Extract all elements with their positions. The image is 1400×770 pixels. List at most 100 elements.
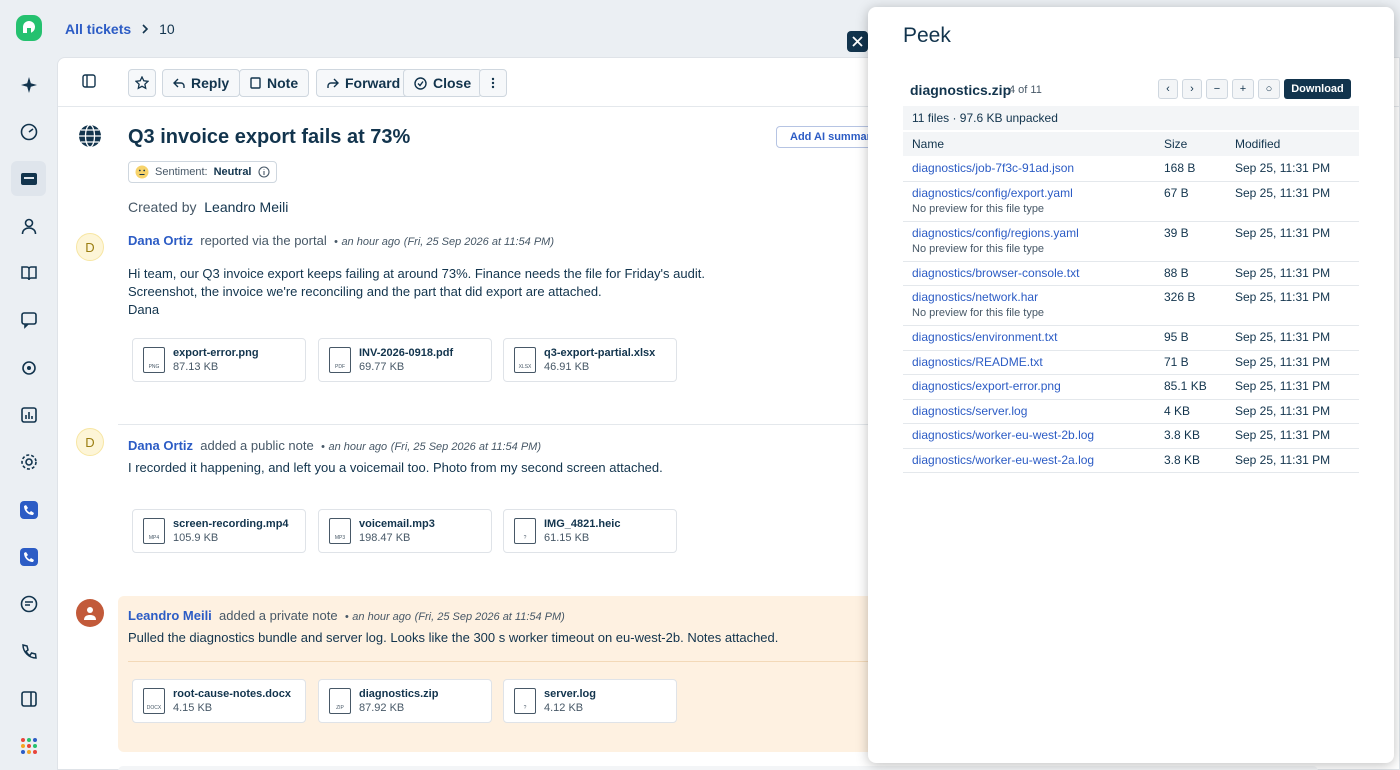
reply-label: Reply [191, 75, 230, 91]
author-link[interactable]: Dana Ortiz [128, 233, 193, 248]
knowledge-base-icon[interactable] [11, 255, 46, 290]
created-by-name[interactable]: Leandro Meili [204, 199, 288, 215]
analytics-icon[interactable] [11, 397, 46, 432]
more-vertical-icon [491, 77, 495, 89]
attachment-card[interactable]: PNG export-error.png 87.13 KB [132, 338, 306, 382]
file-name-link[interactable]: diagnostics/job-7f3c-91ad.json [912, 161, 1074, 175]
chat-icon[interactable] [11, 302, 46, 337]
no-preview-note: No preview for this file type [912, 307, 1045, 319]
reset-zoom-button[interactable]: ○ [1258, 79, 1280, 99]
file-name-link[interactable]: diagnostics/README.txt [912, 355, 1043, 369]
author-link[interactable]: Dana Ortiz [128, 438, 193, 453]
attachment-card[interactable]: MP3 voicemail.mp3 198.47 KB [318, 509, 492, 553]
attachment-card[interactable]: PDF INV-2026-0918.pdf 69.77 KB [318, 338, 492, 382]
message-line: Dana [128, 302, 160, 317]
file-row[interactable]: diagnostics/README.txt 71 B Sep 25, 11:31 … [903, 351, 1359, 375]
conversation-dot: • [344, 611, 349, 623]
contacts-icon[interactable] [11, 208, 46, 243]
attachment-card[interactable]: ? IMG_4821.heic 61.15 KB [503, 509, 677, 553]
sparkle-ai-icon[interactable] [11, 67, 46, 102]
dashboard-icon[interactable] [11, 114, 46, 149]
close-ticket-button[interactable]: Close [403, 69, 483, 97]
settings-gear-icon[interactable] [11, 444, 46, 479]
all-tickets-link[interactable]: All tickets [65, 21, 131, 37]
close-icon [852, 36, 863, 47]
side-panel-icon[interactable] [11, 681, 46, 716]
sentiment-value: Neutral [213, 166, 252, 178]
sentiment-label: Sentiment: [155, 166, 208, 178]
file-name-link[interactable]: diagnostics/config/export.yaml [912, 186, 1073, 200]
file-size: 71 B [1164, 354, 1189, 369]
file-row[interactable]: diagnostics/worker-eu-west-2b.log 3.8 KB S… [903, 424, 1359, 449]
phone-icon[interactable] [11, 634, 46, 669]
attachment-card[interactable]: ? server.log 4.12 KB [503, 679, 677, 723]
conversation-dot: • [320, 441, 325, 453]
zoom-out-button[interactable]: − [1206, 79, 1228, 99]
attachment-card[interactable]: MP4 screen-recording.mp4 105.9 KB [132, 509, 306, 553]
name-column-header[interactable]: Name [912, 137, 944, 151]
phone-app-icon[interactable] [11, 492, 46, 527]
phone-app-2-icon[interactable] [11, 539, 46, 574]
file-name-link[interactable]: diagnostics/environment.txt [912, 330, 1057, 344]
forward-label: Forward [345, 75, 401, 91]
messages-icon[interactable] [11, 586, 46, 621]
note-button[interactable]: Note [239, 69, 310, 97]
file-row[interactable]: diagnostics/network.har 326 B Sep 25, 11:3… [903, 286, 1359, 326]
file-size: 88 B [1164, 265, 1189, 280]
file-name-link[interactable]: diagnostics/worker-eu-west-2a.log [912, 453, 1094, 467]
file-name-link[interactable]: diagnostics/browser-console.txt [912, 266, 1079, 280]
previewed-file-name: diagnostics.zip [910, 82, 1012, 98]
attachment-card[interactable]: XLSX q3-export-partial.xlsx 46.91 KB [503, 338, 677, 382]
ticket-title: Q3 invoice export fails at 73% [128, 126, 411, 148]
previous-file-button[interactable]: ‹ [1158, 79, 1178, 99]
file-row[interactable]: diagnostics/environment.txt 95 B Sep 25, 1… [903, 326, 1359, 351]
file-modified: Sep 25, 11:31 PM [1235, 452, 1331, 467]
breadcrumb: All tickets 10 [65, 20, 175, 38]
attachment-name: voicemail.mp3 [359, 518, 435, 530]
file-row[interactable]: diagnostics/browser-console.txt 88 B Sep 2… [903, 262, 1359, 286]
toggle-sidebar-icon[interactable] [82, 74, 96, 93]
attachment-size: 69.77 KB [359, 361, 405, 373]
file-row[interactable]: diagnostics/server.log 4 KB Sep 25, 11:31 … [903, 400, 1359, 424]
reply-button[interactable]: Reply [162, 69, 241, 97]
size-column-header[interactable]: Size [1164, 137, 1187, 151]
add-ai-summary-label: Add AI summary [790, 131, 876, 143]
info-icon[interactable] [257, 166, 270, 178]
automation-icon[interactable] [11, 350, 46, 385]
forward-button[interactable]: Forward [316, 69, 412, 97]
file-name-link[interactable]: diagnostics/network.har [912, 290, 1038, 304]
download-button[interactable]: Download [1284, 79, 1351, 99]
close-peek-button[interactable] [847, 31, 868, 52]
file-size: 67 B [1164, 185, 1189, 200]
sentiment-badge[interactable]: Sentiment: Neutral [128, 161, 277, 183]
add-ai-summary-button[interactable]: Add AI summary [776, 126, 876, 148]
file-name-link[interactable]: diagnostics/export-error.png [912, 379, 1061, 393]
file-name-link[interactable]: diagnostics/worker-eu-west-2b.log [912, 428, 1094, 442]
modified-column-header[interactable]: Modified [1235, 137, 1280, 151]
file-name-link[interactable]: diagnostics/server.log [912, 404, 1027, 418]
freshdesk-logo-icon[interactable] [11, 10, 46, 45]
file-row[interactable]: diagnostics/worker-eu-west-2a.log 3.8 KB S… [903, 449, 1359, 473]
attachment-size: 46.91 KB [544, 361, 590, 373]
file-row[interactable]: diagnostics/job-7f3c-91ad.json 168 B Sep 2… [903, 157, 1359, 182]
next-file-button[interactable]: › [1182, 79, 1202, 99]
apps-grid-icon[interactable] [11, 728, 46, 763]
star-button[interactable] [128, 69, 156, 97]
author-link[interactable]: Leandro Meili [128, 608, 212, 623]
file-row[interactable]: diagnostics/export-error.png 85.1 KB Sep 2… [903, 375, 1359, 400]
conversation-dot: • [333, 236, 338, 248]
message-line: Hi team, our Q3 invoice export keeps fai… [128, 266, 705, 281]
file-row[interactable]: diagnostics/config/export.yaml 67 B Sep 25… [903, 182, 1359, 222]
attachment-card[interactable]: DOCX root-cause-notes.docx 4.15 KB [132, 679, 306, 723]
conversation-action: reported via the portal [200, 233, 327, 248]
more-actions-button[interactable] [479, 69, 507, 97]
file-name-link[interactable]: diagnostics/config/regions.yaml [912, 226, 1079, 240]
tickets-icon[interactable] [11, 161, 46, 196]
conversation-header: Dana Ortiz reported via the portal • an … [128, 233, 554, 248]
file-row[interactable]: diagnostics/config/regions.yaml 39 B Sep 2… [903, 222, 1359, 262]
avatar: D [76, 428, 104, 456]
file-modified: Sep 25, 11:31 PM [1235, 265, 1331, 280]
zoom-in-button[interactable]: + [1232, 79, 1254, 99]
attachment-card[interactable]: ZIP diagnostics.zip 87.92 KB [318, 679, 492, 723]
created-by-label: Created by [128, 199, 197, 215]
